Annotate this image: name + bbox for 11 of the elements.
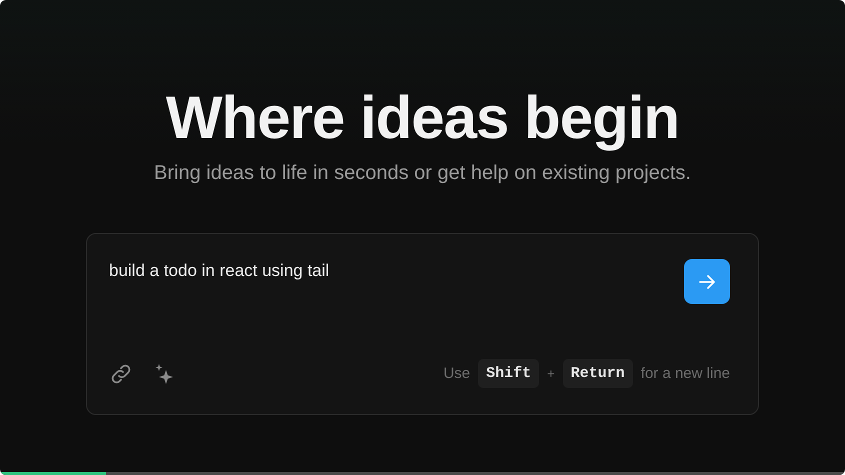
send-button[interactable] xyxy=(684,259,730,304)
hint-text: + xyxy=(547,366,555,381)
headline: Where ideas begin xyxy=(166,83,680,153)
prompt-box[interactable]: build a todo in react using tail Use Shift + Return for a new line xyxy=(86,233,759,415)
prompt-input[interactable]: build a todo in react using tail xyxy=(109,261,629,281)
hint-text: for a new line xyxy=(640,365,730,382)
key-label: Return xyxy=(562,359,633,388)
subtitle: Bring ideas to life in seconds or get help on existing projects. xyxy=(154,162,691,185)
key-label: Shift xyxy=(478,359,540,388)
link-icon[interactable] xyxy=(109,362,133,386)
hint-text: Use xyxy=(443,365,470,382)
